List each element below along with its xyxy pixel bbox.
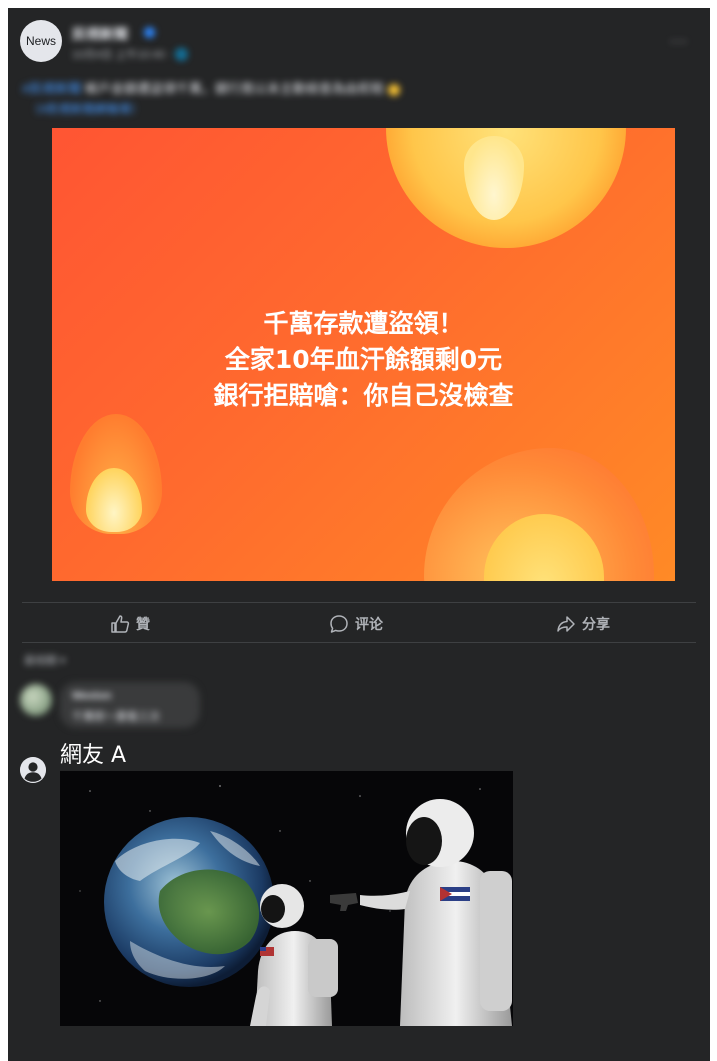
like-label: 贊 [136,617,150,633]
caption-text: 帳戶金額遭盜領千萬，銀行竟以未主動檢查為由拒賠 [84,81,384,96]
comment-sort-dropdown[interactable]: 最相關 ▾ [24,652,66,668]
banner-headline: 千萬存款遭盜領！ 全家10年血汗餘額剩0元 銀行拒賠嗆：你自己沒檢查 [52,306,675,414]
person-silhouette-icon [20,757,46,783]
banner-line-3: 銀行拒賠嗆：你自己沒檢查 [213,381,514,410]
caption-tag-link[interactable]: （#民視新聞網報導） [28,100,143,117]
comment-meme-image[interactable] [60,771,513,1026]
commenter-name-a[interactable]: 網友 A [60,737,126,769]
divider-top [22,602,696,603]
post-timestamp[interactable]: 10月4日 上午10:40 · 🌐 [72,46,188,62]
post-card: News 民視新聞 10月4日 上午10:40 · 🌐 ··· #民視新聞 帳戶… [8,8,710,1061]
post-caption: #民視新聞 帳戶金額遭盜領千萬，銀行竟以未主動檢查為由拒賠 [22,78,400,97]
share-arrow-icon [557,616,575,632]
verified-badge-icon [144,27,155,38]
commenter-avatar[interactable] [20,684,52,716]
caption-hashtag-link[interactable]: #民視新聞 [22,81,81,96]
post-image-banner[interactable]: 千萬存款遭盜領！ 全家10年血汗餘額剩0元 銀行拒賠嗆：你自己沒檢查 [52,128,675,581]
like-button[interactable]: 贊 [110,612,150,636]
comment-button[interactable]: 评论 [329,612,383,636]
page-name[interactable]: 民視新聞 [72,24,128,44]
commenter-name[interactable]: Weston [72,690,112,702]
comment-label: 评论 [355,617,383,633]
astronaut-earth-meme-illustration [60,771,513,1026]
comment-bubble-icon [330,615,348,633]
user-avatar-icon[interactable] [20,757,46,783]
share-label: 分享 [582,617,610,633]
share-button[interactable]: 分享 [556,612,610,636]
banner-line-2: 全家10年血汗餘額剩0元 [224,345,503,374]
thumbs-up-icon [111,615,130,633]
banner-line-1: 千萬存款遭盜領！ [263,309,464,338]
more-options-icon[interactable]: ··· [670,32,688,51]
divider-bottom [22,642,696,643]
avatar-label: News [25,34,56,48]
page-avatar[interactable]: News [20,20,62,62]
emoji-icon [387,83,400,96]
comment-text: 千萬耶～要看三次 [72,711,160,723]
